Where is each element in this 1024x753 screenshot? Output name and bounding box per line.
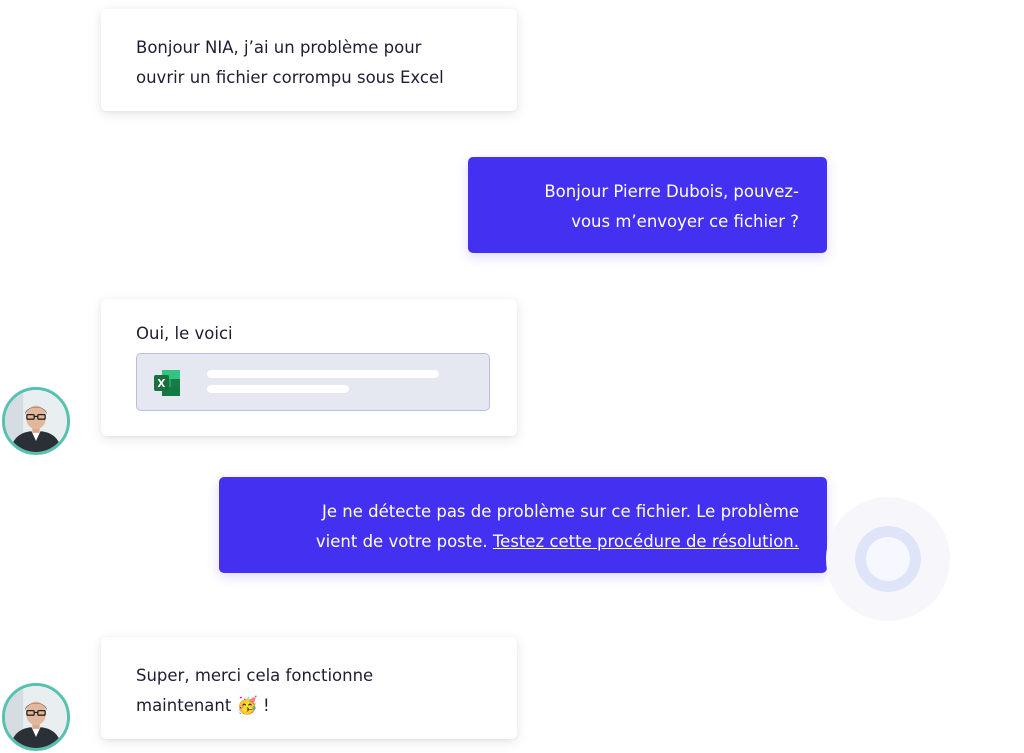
- user-message-3: Super, merci cela fonctionne maintenant …: [101, 637, 517, 739]
- user-avatar: [2, 387, 70, 455]
- message-text-line: Super, merci cela fonctionne: [136, 666, 374, 685]
- message-text-line: Bonjour NIA, j’ai un problème pour: [136, 38, 422, 57]
- file-attachment[interactable]: [136, 353, 490, 411]
- user-message-2: Oui, le voici: [101, 299, 517, 436]
- party-face-emoji-icon: 🥳: [236, 696, 258, 716]
- message-text: !: [263, 696, 270, 715]
- message-text-line: vous m’envoyer ce fichier ?: [571, 212, 799, 231]
- file-name-placeholder: [207, 370, 439, 378]
- message-text: vient de votre poste.: [315, 532, 488, 551]
- message-text-line: Je ne détecte pas de problème sur ce fic…: [322, 502, 799, 521]
- loading-indicator-core: [866, 537, 910, 581]
- user-avatar: [2, 683, 70, 751]
- user-message-1: Bonjour NIA, j’ai un problème pour ouvri…: [101, 9, 517, 111]
- person-photo-icon: [5, 686, 67, 748]
- message-text-line: Bonjour Pierre Dubois, pouvez-: [544, 182, 799, 201]
- message-text-line: ouvrir un fichier corrompu sous Excel: [136, 68, 444, 87]
- message-text-line: maintenant 🥳 !: [136, 691, 482, 721]
- message-text-line: Oui, le voici: [136, 324, 233, 343]
- bot-message-1: Bonjour Pierre Dubois, pouvez- vous m’en…: [468, 157, 827, 253]
- bot-message-2: Je ne détecte pas de problème sur ce fic…: [219, 477, 827, 573]
- file-size-placeholder: [207, 385, 349, 393]
- resolution-procedure-link[interactable]: Testez cette procédure de résolution.: [493, 532, 799, 551]
- person-photo-icon: [5, 390, 67, 452]
- message-text: maintenant: [136, 696, 232, 715]
- excel-icon: [154, 370, 180, 396]
- message-text-line: vient de votre poste. Testez cette procé…: [247, 527, 799, 557]
